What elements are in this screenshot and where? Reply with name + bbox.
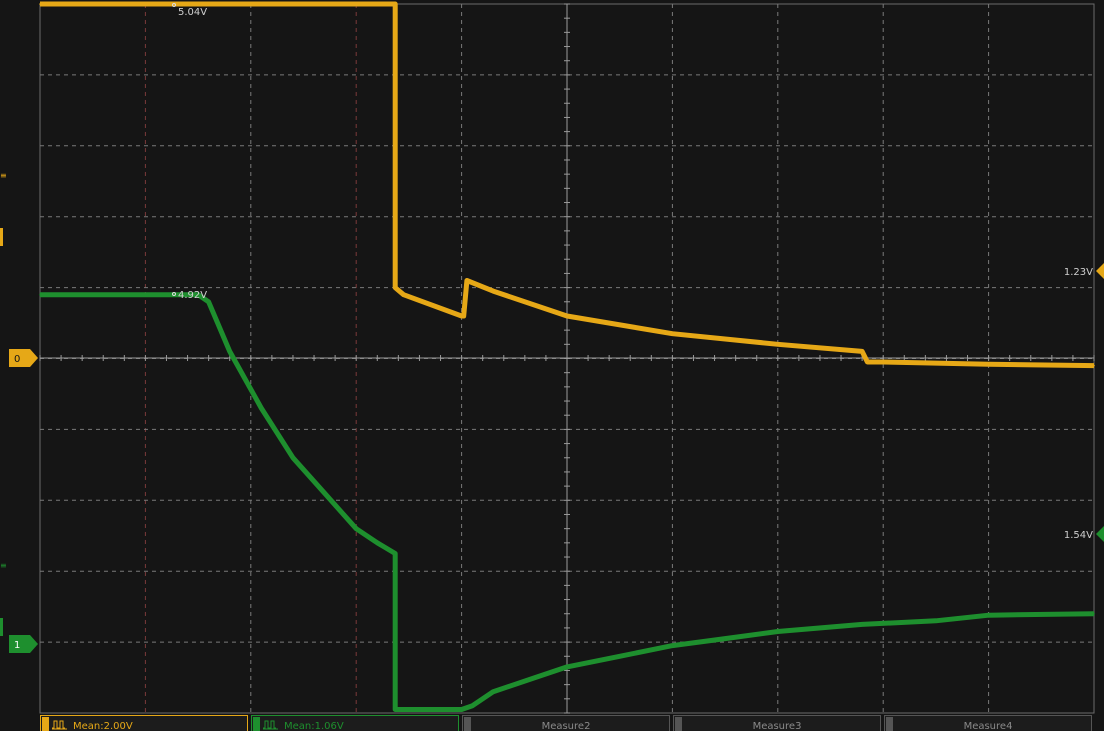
ch1-data-point [987,363,990,366]
ch2-data-point [861,623,863,626]
ch2-data-point [39,293,41,296]
ch1-data-point [466,279,468,282]
ch1-data-point [394,286,397,289]
ch1-data-point [866,361,869,363]
ch1-side-glyph: ≡ [0,171,7,180]
ch1-data-point [39,3,41,5]
ch2-data-point [228,350,231,353]
ch1-level-label: 0 [14,354,20,365]
ch2-data-point [207,301,210,303]
ch1-data-point [462,315,465,317]
ch1-data-point [460,315,463,317]
measure-tab-ch1[interactable]: Mean:2.00V [40,715,248,731]
ch1-data-point [402,293,405,296]
measure-tab-3[interactable]: Measure3 [673,715,881,731]
ch1-data-point [777,343,779,346]
measure-tab-ch2[interactable]: Mean:1.06V [251,715,459,731]
ch2-data-point [724,637,726,640]
ch2-data-point [471,705,473,707]
ch2-data-point [394,708,397,711]
ch1-cursor-readout: 1.23V [1064,267,1093,278]
ch2-data-point [935,620,937,622]
ch2-data-point [777,630,779,633]
ch1-data-point [882,361,884,363]
measure-tab-2[interactable]: Measure2 [462,715,670,731]
ch2-data-point [1093,612,1095,615]
ch2-data-point [987,614,990,616]
ch1-data-point [861,350,863,353]
measure-label-3: Measure3 [752,721,802,731]
ch2-peak-readout: 4.92V [178,290,207,301]
ch2-data-point [618,655,621,658]
ch2-level-label: 1 [14,640,20,651]
ch1-data-point [394,3,397,5]
measure-label-ch2: Mean:1.06V [284,721,344,731]
ch2-side-glyph: ≡ [0,561,7,570]
ch2-cursor-readout: 1.54V [1064,530,1093,541]
ch2-data-point [566,666,568,668]
ch2-data-point [376,542,379,544]
oscilloscope-display[interactable]: ≡ ≡ 0 1 1.23V 1.54V 5.04V 4.92V [0,0,1104,731]
measure-tab-4[interactable]: Measure4 [884,715,1092,731]
ch2-data-point [671,644,674,647]
ch2-data-point [323,492,326,495]
ch2-data-point [292,457,294,459]
ch2-swatch [253,717,260,731]
ch2-data-point [394,552,397,555]
ch1-data-point [671,332,674,335]
ch2-data-point [460,708,463,711]
ch2-data-point [355,527,358,530]
ch2-data-point [260,407,263,409]
ch2-side-indicator [0,618,3,636]
waveform-icon [52,720,67,730]
ch2-data-point [534,676,537,679]
measure-label-ch1: Mean:2.00V [73,721,133,731]
ch2-data-point [492,690,495,693]
ch1-peak-readout: 5.04V [178,7,207,18]
ch1-data-point [1093,364,1095,367]
waveform-icon [263,720,278,730]
ch1-side-indicator [0,228,3,246]
measure-label-2: Measure2 [541,721,591,731]
ch1-data-point [492,290,495,292]
measure-label-4: Measure4 [963,721,1013,731]
ch1-swatch [42,717,49,731]
ch1-data-point [566,315,568,317]
